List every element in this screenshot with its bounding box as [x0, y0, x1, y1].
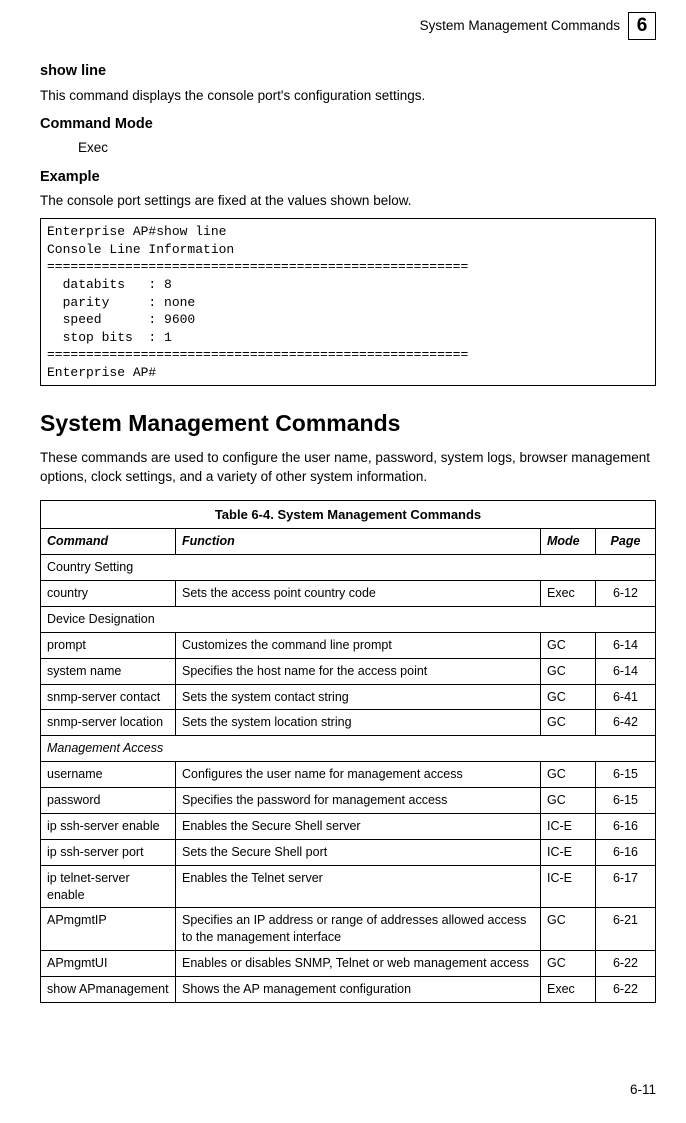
cell-page: 6-15 — [596, 762, 656, 788]
chapter-badge: 6 — [628, 12, 656, 40]
cell-page: 6-15 — [596, 788, 656, 814]
cell-mode: Exec — [541, 581, 596, 607]
table-row: ip ssh-server enable Enables the Secure … — [41, 813, 656, 839]
cell-cmd: snmp-server contact — [41, 684, 176, 710]
page-header: System Management Commands 6 — [40, 12, 656, 40]
table-row: ip telnet-server enable Enables the Teln… — [41, 865, 656, 908]
cell-cmd: ip telnet-server enable — [41, 865, 176, 908]
group-device: Device Designation — [41, 606, 656, 632]
table-group-row: Device Designation — [41, 606, 656, 632]
command-mode-label: Command Mode — [40, 115, 656, 135]
cell-fn: Specifies the host name for the access p… — [176, 658, 541, 684]
table-group-row: Management Access — [41, 736, 656, 762]
header-title: System Management Commands — [420, 17, 620, 35]
cell-page: 6-14 — [596, 658, 656, 684]
table-row: show APmanagement Shows the AP managemen… — [41, 977, 656, 1003]
page-number: 6-11 — [630, 1081, 656, 1099]
example-label: Example — [40, 168, 656, 188]
commands-table: Table 6-4. System Management Commands Co… — [40, 500, 656, 1003]
cell-cmd: country — [41, 581, 176, 607]
table-header-row: Command Function Mode Page — [41, 529, 656, 555]
cell-page: 6-22 — [596, 977, 656, 1003]
cell-page: 6-16 — [596, 813, 656, 839]
group-mgmt: Management Access — [41, 736, 656, 762]
cell-page: 6-14 — [596, 632, 656, 658]
table-caption: Table 6-4. System Management Commands — [40, 500, 656, 529]
cell-cmd: show APmanagement — [41, 977, 176, 1003]
example-intro: The console port settings are fixed at t… — [40, 192, 656, 210]
cell-fn: Specifies the password for management ac… — [176, 788, 541, 814]
command-description: This command displays the console port's… — [40, 87, 656, 105]
cell-mode: GC — [541, 951, 596, 977]
cell-fn: Configures the user name for management … — [176, 762, 541, 788]
cell-cmd: APmgmtIP — [41, 908, 176, 951]
cell-cmd: snmp-server location — [41, 710, 176, 736]
cell-fn: Specifies an IP address or range of addr… — [176, 908, 541, 951]
th-function: Function — [176, 529, 541, 555]
cell-cmd: ip ssh-server enable — [41, 813, 176, 839]
cell-mode: GC — [541, 658, 596, 684]
th-page: Page — [596, 529, 656, 555]
command-title: show line — [40, 62, 656, 82]
table-row: username Configures the user name for ma… — [41, 762, 656, 788]
table-row: APmgmtUI Enables or disables SNMP, Telne… — [41, 951, 656, 977]
group-country: Country Setting — [41, 555, 656, 581]
cell-fn: Sets the system location string — [176, 710, 541, 736]
cell-page: 6-22 — [596, 951, 656, 977]
section-heading: System Management Commands — [40, 408, 656, 439]
cell-fn: Sets the Secure Shell port — [176, 839, 541, 865]
table-group-row: Country Setting — [41, 555, 656, 581]
cell-page: 6-41 — [596, 684, 656, 710]
cell-cmd: password — [41, 788, 176, 814]
cell-page: 6-21 — [596, 908, 656, 951]
cell-cmd: username — [41, 762, 176, 788]
table-row: snmp-server contact Sets the system cont… — [41, 684, 656, 710]
table-row: prompt Customizes the command line promp… — [41, 632, 656, 658]
table-row: country Sets the access point country co… — [41, 581, 656, 607]
cell-page: 6-42 — [596, 710, 656, 736]
cell-mode: GC — [541, 684, 596, 710]
table-row: password Specifies the password for mana… — [41, 788, 656, 814]
cell-fn: Enables the Secure Shell server — [176, 813, 541, 839]
cell-fn: Sets the access point country code — [176, 581, 541, 607]
cell-cmd: system name — [41, 658, 176, 684]
table-row: APmgmtIP Specifies an IP address or rang… — [41, 908, 656, 951]
cell-mode: IC-E — [541, 865, 596, 908]
section-intro: These commands are used to configure the… — [40, 449, 656, 485]
cell-fn: Customizes the command line prompt — [176, 632, 541, 658]
cell-fn: Sets the system contact string — [176, 684, 541, 710]
cell-mode: GC — [541, 762, 596, 788]
cell-cmd: ip ssh-server port — [41, 839, 176, 865]
cell-mode: GC — [541, 908, 596, 951]
cell-mode: IC-E — [541, 813, 596, 839]
cell-mode: Exec — [541, 977, 596, 1003]
cell-fn: Shows the AP management configuration — [176, 977, 541, 1003]
code-block: Enterprise AP#show line Console Line Inf… — [40, 218, 656, 386]
cell-fn: Enables or disables SNMP, Telnet or web … — [176, 951, 541, 977]
table-row: snmp-server location Sets the system loc… — [41, 710, 656, 736]
th-mode: Mode — [541, 529, 596, 555]
cell-mode: GC — [541, 710, 596, 736]
cell-page: 6-17 — [596, 865, 656, 908]
cell-mode: IC-E — [541, 839, 596, 865]
table-row: system name Specifies the host name for … — [41, 658, 656, 684]
cell-mode: GC — [541, 632, 596, 658]
cell-cmd: prompt — [41, 632, 176, 658]
th-command: Command — [41, 529, 176, 555]
command-mode-value: Exec — [78, 139, 656, 157]
cell-fn: Enables the Telnet server — [176, 865, 541, 908]
cell-page: 6-16 — [596, 839, 656, 865]
cell-page: 6-12 — [596, 581, 656, 607]
cell-cmd: APmgmtUI — [41, 951, 176, 977]
cell-mode: GC — [541, 788, 596, 814]
table-row: ip ssh-server port Sets the Secure Shell… — [41, 839, 656, 865]
